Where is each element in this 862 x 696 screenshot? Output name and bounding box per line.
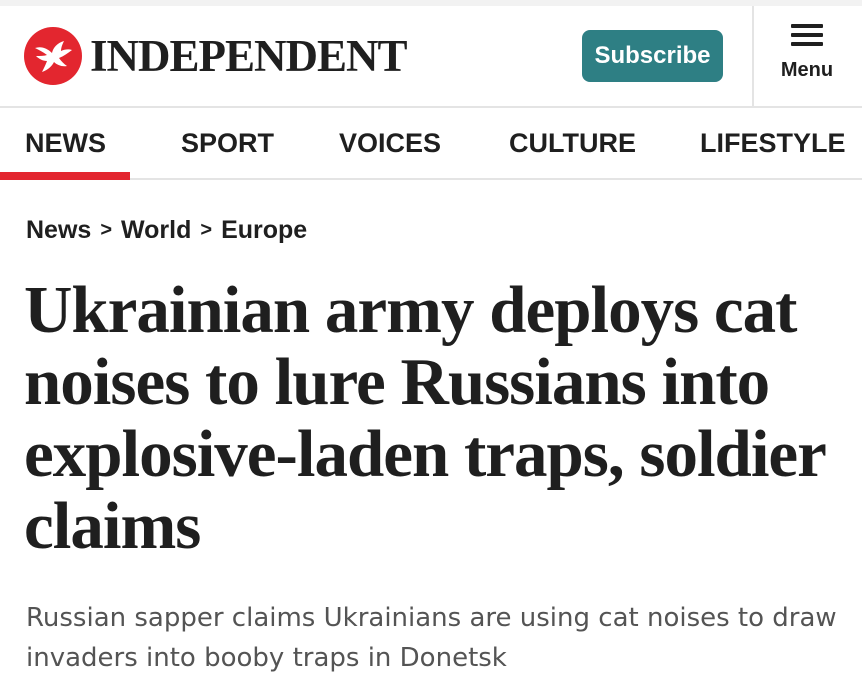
menu-button[interactable]: Menu: [770, 24, 844, 82]
header-divider: [752, 6, 754, 106]
site-logo[interactable]: INDEPENDENT: [24, 27, 408, 85]
nav-item-sport[interactable]: SPORT: [181, 128, 274, 159]
nav-active-indicator: [0, 172, 130, 180]
breadcrumb-europe[interactable]: Europe: [221, 216, 307, 244]
hamburger-menu-icon: [791, 24, 823, 51]
nav-item-lifestyle[interactable]: LIFESTYLE: [700, 128, 846, 159]
menu-label: Menu: [780, 59, 834, 81]
header-top-strip: [0, 0, 862, 6]
site-header: INDEPENDENT Subscribe Menu: [0, 0, 862, 108]
section-nav: NEWS SPORT VOICES CULTURE LIFESTYLE: [0, 108, 862, 180]
eagle-logo-icon: [24, 27, 82, 85]
breadcrumb-separator: >: [100, 219, 112, 241]
breadcrumb-news[interactable]: News: [26, 216, 91, 244]
article-headline: Ukrainian army deploys cat noises to lur…: [24, 273, 826, 563]
subscribe-button[interactable]: Subscribe: [582, 30, 723, 82]
breadcrumb: News > World > Europe: [26, 216, 307, 245]
breadcrumb-world[interactable]: World: [121, 216, 191, 244]
brand-name: INDEPENDENT: [90, 30, 408, 81]
nav-item-news[interactable]: NEWS: [25, 128, 106, 159]
nav-item-voices[interactable]: VOICES: [339, 128, 441, 159]
article-standfirst: Russian sapper claims Ukrainians are usi…: [26, 603, 837, 673]
breadcrumb-separator: >: [200, 219, 213, 241]
nav-item-culture[interactable]: CULTURE: [509, 128, 636, 159]
